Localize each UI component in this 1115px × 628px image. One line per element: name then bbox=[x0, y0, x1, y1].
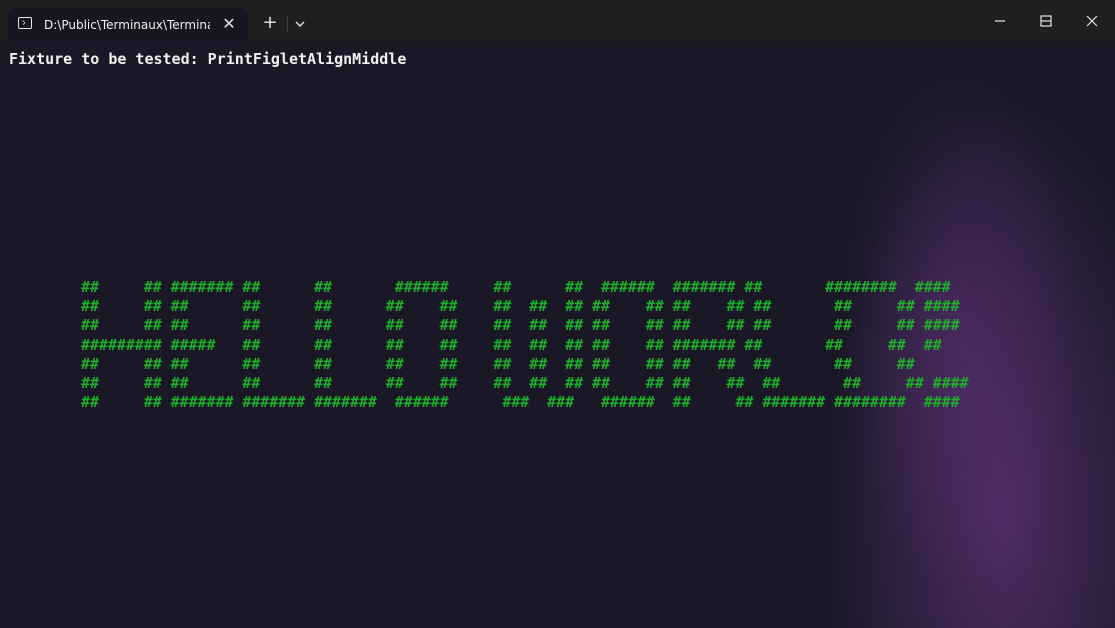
title-bar: D:\Public\Terminaux\Terminaux ✕ + bbox=[0, 0, 1115, 41]
figlet-line: ## ## ## ## ## ## ## ## ## ## ## ## ## #… bbox=[81, 316, 960, 335]
figlet-line: ## ## ## ## ## ## ## ## ## ## ## ## ## #… bbox=[81, 373, 969, 392]
tab-title: D:\Public\Terminaux\Terminaux bbox=[44, 18, 210, 32]
fixture-label: Fixture to be tested: PrintFigletAlignMi… bbox=[9, 50, 407, 68]
terminal-content[interactable]: Fixture to be tested: PrintFigletAlignMi… bbox=[0, 41, 1115, 628]
terminal-tab[interactable]: D:\Public\Terminaux\Terminaux ✕ bbox=[8, 8, 248, 41]
figlet-line: ######### ##### ## ## ## ## ## ## ## ## … bbox=[81, 335, 942, 354]
new-tab-button[interactable]: + bbox=[258, 11, 282, 35]
figlet-line: ## ## ####### ## ## ###### ## ## ###### … bbox=[81, 278, 951, 296]
figlet-line: ## ## ####### ####### ####### ###### ###… bbox=[81, 393, 960, 412]
figlet-line: ## ## ## ## ## ## ## ## ## ## ## ## ## #… bbox=[81, 354, 915, 373]
minimize-control[interactable] bbox=[976, 0, 1022, 41]
close-window-icon bbox=[1086, 15, 1098, 27]
terminal-icon bbox=[18, 17, 32, 29]
terminal-window: D:\Public\Terminaux\Terminaux ✕ + bbox=[0, 0, 1115, 628]
close-tab-icon[interactable]: ✕ bbox=[218, 13, 240, 35]
minimize-line-icon bbox=[995, 20, 1005, 22]
figlet-line: ## ## ## ## ## ## ## ## ## ## ## ## ## #… bbox=[81, 297, 960, 316]
close-window-button[interactable] bbox=[1068, 0, 1114, 41]
maximize-control[interactable] bbox=[1022, 0, 1068, 41]
chevron-down-icon[interactable] bbox=[290, 13, 310, 35]
tab-divider bbox=[287, 15, 288, 33]
maximize-icon bbox=[1040, 15, 1052, 27]
figlet-banner: ## ## ####### ## ## ###### ## ## ###### … bbox=[81, 278, 969, 412]
